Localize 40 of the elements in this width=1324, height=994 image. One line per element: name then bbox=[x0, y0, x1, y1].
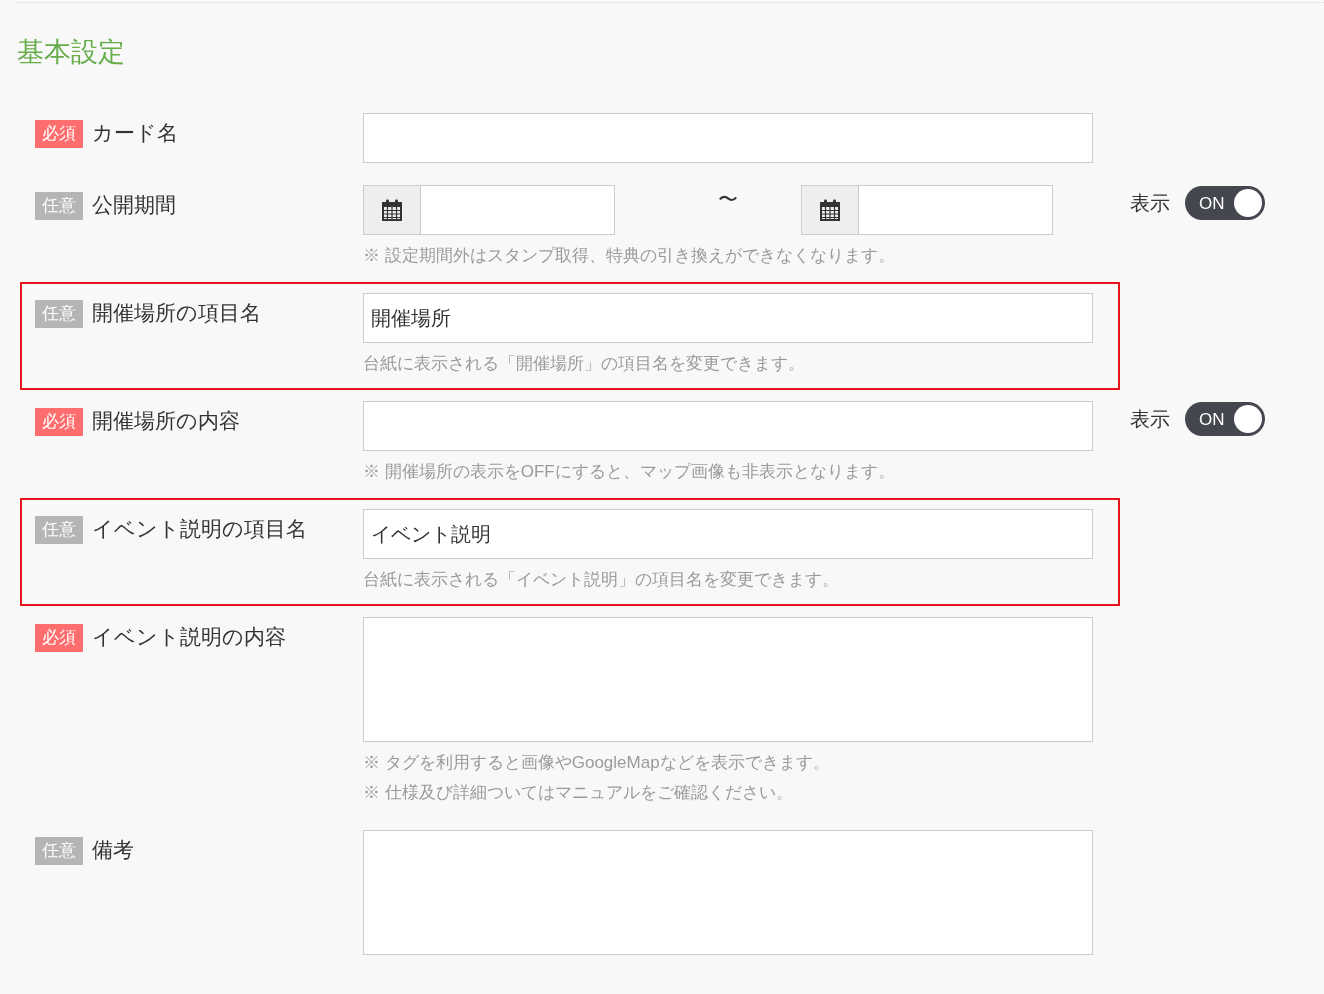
range-separator: 〜 bbox=[717, 187, 739, 212]
calendar-icon bbox=[820, 199, 840, 221]
field-note: ※ 設定期間外はスタンプ取得、特典の引き換えができなくなります。 bbox=[363, 245, 896, 267]
text-field[interactable] bbox=[363, 113, 1093, 163]
text-area-field[interactable] bbox=[363, 830, 1093, 955]
field-note: 台紙に表示される「開催場所」の項目名を変更できます。 bbox=[363, 353, 806, 375]
field-note: 台紙に表示される「イベント説明」の項目名を変更できます。 bbox=[363, 569, 840, 591]
requirement-tag: 必須 bbox=[35, 120, 83, 148]
date-field[interactable] bbox=[421, 185, 615, 235]
field-label: イベント説明の内容 bbox=[92, 624, 286, 650]
field-label: 開催場所の内容 bbox=[92, 408, 240, 434]
display-label: 表示 bbox=[1130, 191, 1170, 216]
requirement-tag: 任意 bbox=[35, 192, 83, 220]
field-label: カード名 bbox=[92, 120, 178, 146]
display-label: 表示 bbox=[1130, 407, 1170, 432]
calendar-icon bbox=[382, 199, 402, 221]
field-note: ※ タグを利用すると画像やGoogleMapなどを表示できます。 bbox=[363, 752, 831, 774]
calendar-button[interactable] bbox=[801, 185, 859, 235]
field-label: イベント説明の項目名 bbox=[92, 516, 307, 542]
text-area-field[interactable] bbox=[363, 617, 1093, 742]
display-switch[interactable]: ON bbox=[1185, 402, 1265, 436]
switch-knob-icon bbox=[1234, 405, 1262, 433]
date-field[interactable] bbox=[859, 185, 1053, 235]
text-field[interactable]: イベント説明 bbox=[363, 509, 1093, 559]
field-note: ※ 仕様及び詳細ついてはマニュアルをご確認ください。 bbox=[363, 782, 794, 804]
requirement-tag: 任意 bbox=[35, 516, 83, 544]
requirement-tag: 任意 bbox=[35, 837, 83, 865]
text-field[interactable] bbox=[363, 401, 1093, 451]
calendar-button[interactable] bbox=[363, 185, 421, 235]
switch-knob-icon bbox=[1234, 189, 1262, 217]
field-label: 開催場所の項目名 bbox=[92, 300, 261, 326]
display-switch[interactable]: ON bbox=[1185, 186, 1265, 220]
requirement-tag: 必須 bbox=[35, 408, 83, 436]
section-title: 基本設定 bbox=[17, 36, 125, 69]
field-note: ※ 開催場所の表示をOFFにすると、マップ画像も非表示となります。 bbox=[363, 461, 896, 483]
text-field[interactable]: 開催場所 bbox=[363, 293, 1093, 343]
field-label: 備考 bbox=[92, 837, 134, 863]
field-label: 公開期間 bbox=[92, 192, 176, 218]
requirement-tag: 任意 bbox=[35, 300, 83, 328]
requirement-tag: 必須 bbox=[35, 624, 83, 652]
